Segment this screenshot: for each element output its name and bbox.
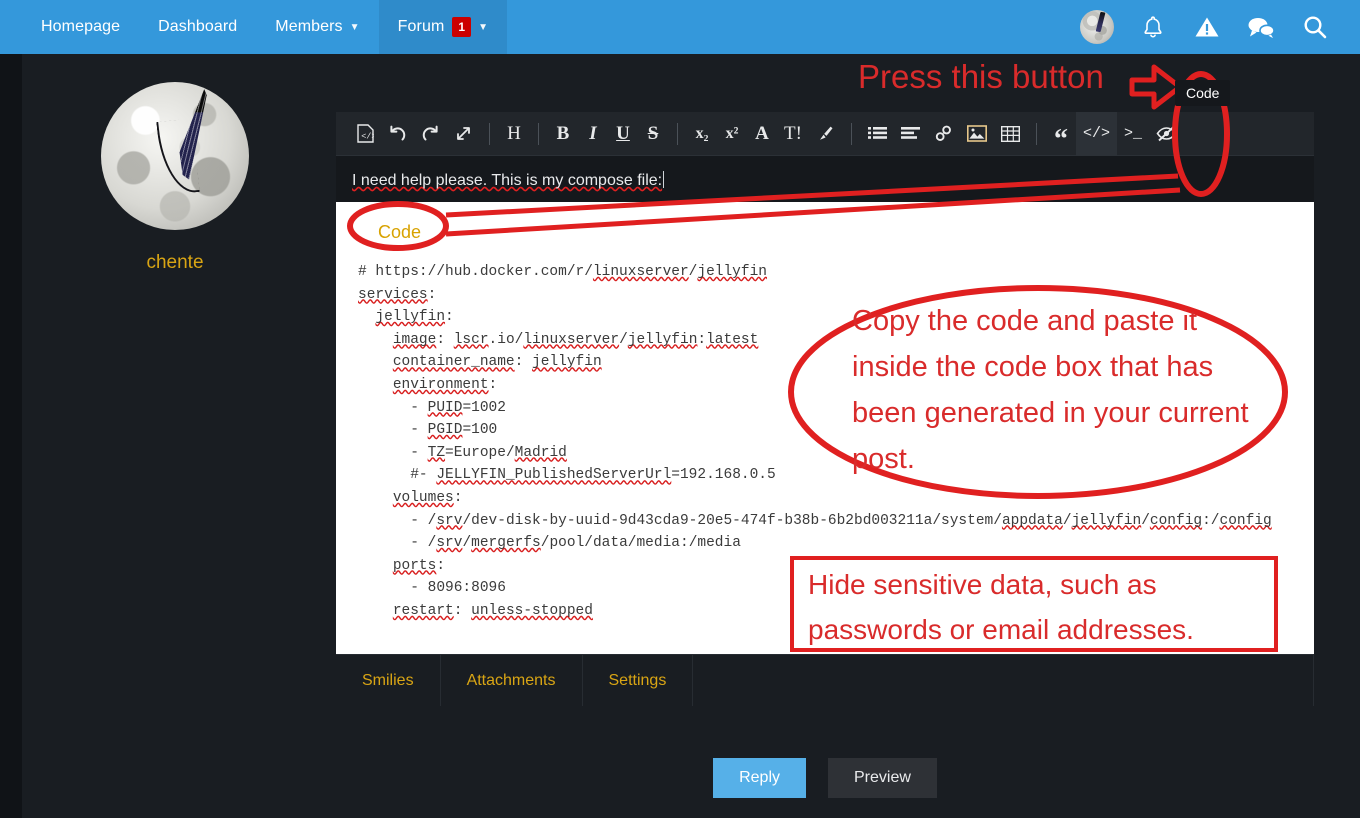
code-block-content[interactable]: # https://hub.docker.com/r/linuxserver/j… [358,261,1304,623]
font-color-button[interactable]: A [747,112,777,156]
preview-button[interactable]: Preview [828,758,937,798]
tab-bar-filler [693,655,1314,706]
heading-button[interactable]: H [499,112,529,156]
primary-nav: Homepage Dashboard Members ▼ Forum 1 ▼ [22,0,507,54]
strikethrough-button[interactable]: S [638,112,668,156]
editor-toolbar: </> H B I U S [336,112,1314,156]
toolbar-separator [1036,123,1037,145]
text-caret [663,171,664,188]
compose-text-line[interactable]: I need help please. This is my compose f… [352,170,664,192]
chevron-down-icon: ▼ [350,22,360,33]
alerts-warning-icon[interactable] [1192,12,1222,42]
redo-button[interactable] [414,112,447,156]
undo-button[interactable] [381,112,414,156]
search-icon[interactable] [1300,12,1330,42]
toolbar-separator [489,123,490,145]
link-button[interactable] [927,112,960,156]
author-avatar[interactable] [101,82,249,230]
top-navbar: Homepage Dashboard Members ▼ Forum 1 ▼ [0,0,1360,54]
nav-item-label: Forum [398,18,445,36]
left-gutter [0,54,22,818]
terminal-button[interactable]: >_ [1117,112,1149,156]
author-username[interactable]: chente [146,252,203,274]
unordered-list-button[interactable] [861,112,894,156]
underline-button[interactable]: U [608,112,638,156]
quote-button[interactable]: “ [1046,112,1076,156]
nav-item-forum[interactable]: Forum 1 ▼ [379,0,508,54]
subscript-button[interactable]: x₂ [687,112,717,156]
bold-button[interactable]: B [548,112,578,156]
nav-item-homepage[interactable]: Homepage [22,0,139,54]
source-view-button[interactable]: </> [350,112,381,156]
highlight-brush-button[interactable] [809,112,842,156]
tab-attachments[interactable]: Attachments [441,655,583,706]
nav-icon-group [1080,0,1360,54]
tab-settings[interactable]: Settings [583,655,694,706]
code-block[interactable]: Code # https://hub.docker.com/r/linuxser… [336,202,1314,654]
compose-area[interactable]: I need help please. This is my compose f… [336,156,1314,202]
user-avatar-icon[interactable] [1080,10,1114,44]
italic-button[interactable]: I [578,112,608,156]
forum-count-badge: 1 [452,17,471,37]
compose-text: I need help please. This is my compose f… [352,172,662,189]
nav-item-dashboard[interactable]: Dashboard [139,0,256,54]
toolbar-separator [851,123,852,145]
editor-tab-bar: Smilies Attachments Settings [336,654,1314,706]
align-button[interactable] [894,112,927,156]
nav-item-label: Homepage [41,18,120,36]
messages-chat-icon[interactable] [1246,12,1276,42]
svg-text:</>: </> [361,132,374,142]
notifications-bell-icon[interactable] [1138,12,1168,42]
code-button[interactable]: </> [1076,112,1117,156]
post-editor: </> H B I U S [336,112,1314,706]
code-block-label: Code [378,222,1304,243]
tab-smilies[interactable]: Smilies [336,655,441,706]
fullscreen-expand-button[interactable] [447,112,480,156]
spoiler-hide-button[interactable] [1149,112,1184,156]
editor-action-bar: Reply Preview [336,758,1314,798]
image-button[interactable] [960,112,994,156]
reply-button[interactable]: Reply [713,758,806,798]
nav-item-members[interactable]: Members ▼ [256,0,378,54]
nav-item-label: Members [275,18,342,36]
toolbar-separator [677,123,678,145]
toolbar-separator [538,123,539,145]
chevron-down-icon: ▼ [478,22,488,33]
post-author-column: chente [68,82,282,274]
table-button[interactable] [994,112,1027,156]
nav-item-label: Dashboard [158,18,237,36]
font-size-button[interactable]: T! [777,112,809,156]
superscript-button[interactable]: x² [717,112,747,156]
